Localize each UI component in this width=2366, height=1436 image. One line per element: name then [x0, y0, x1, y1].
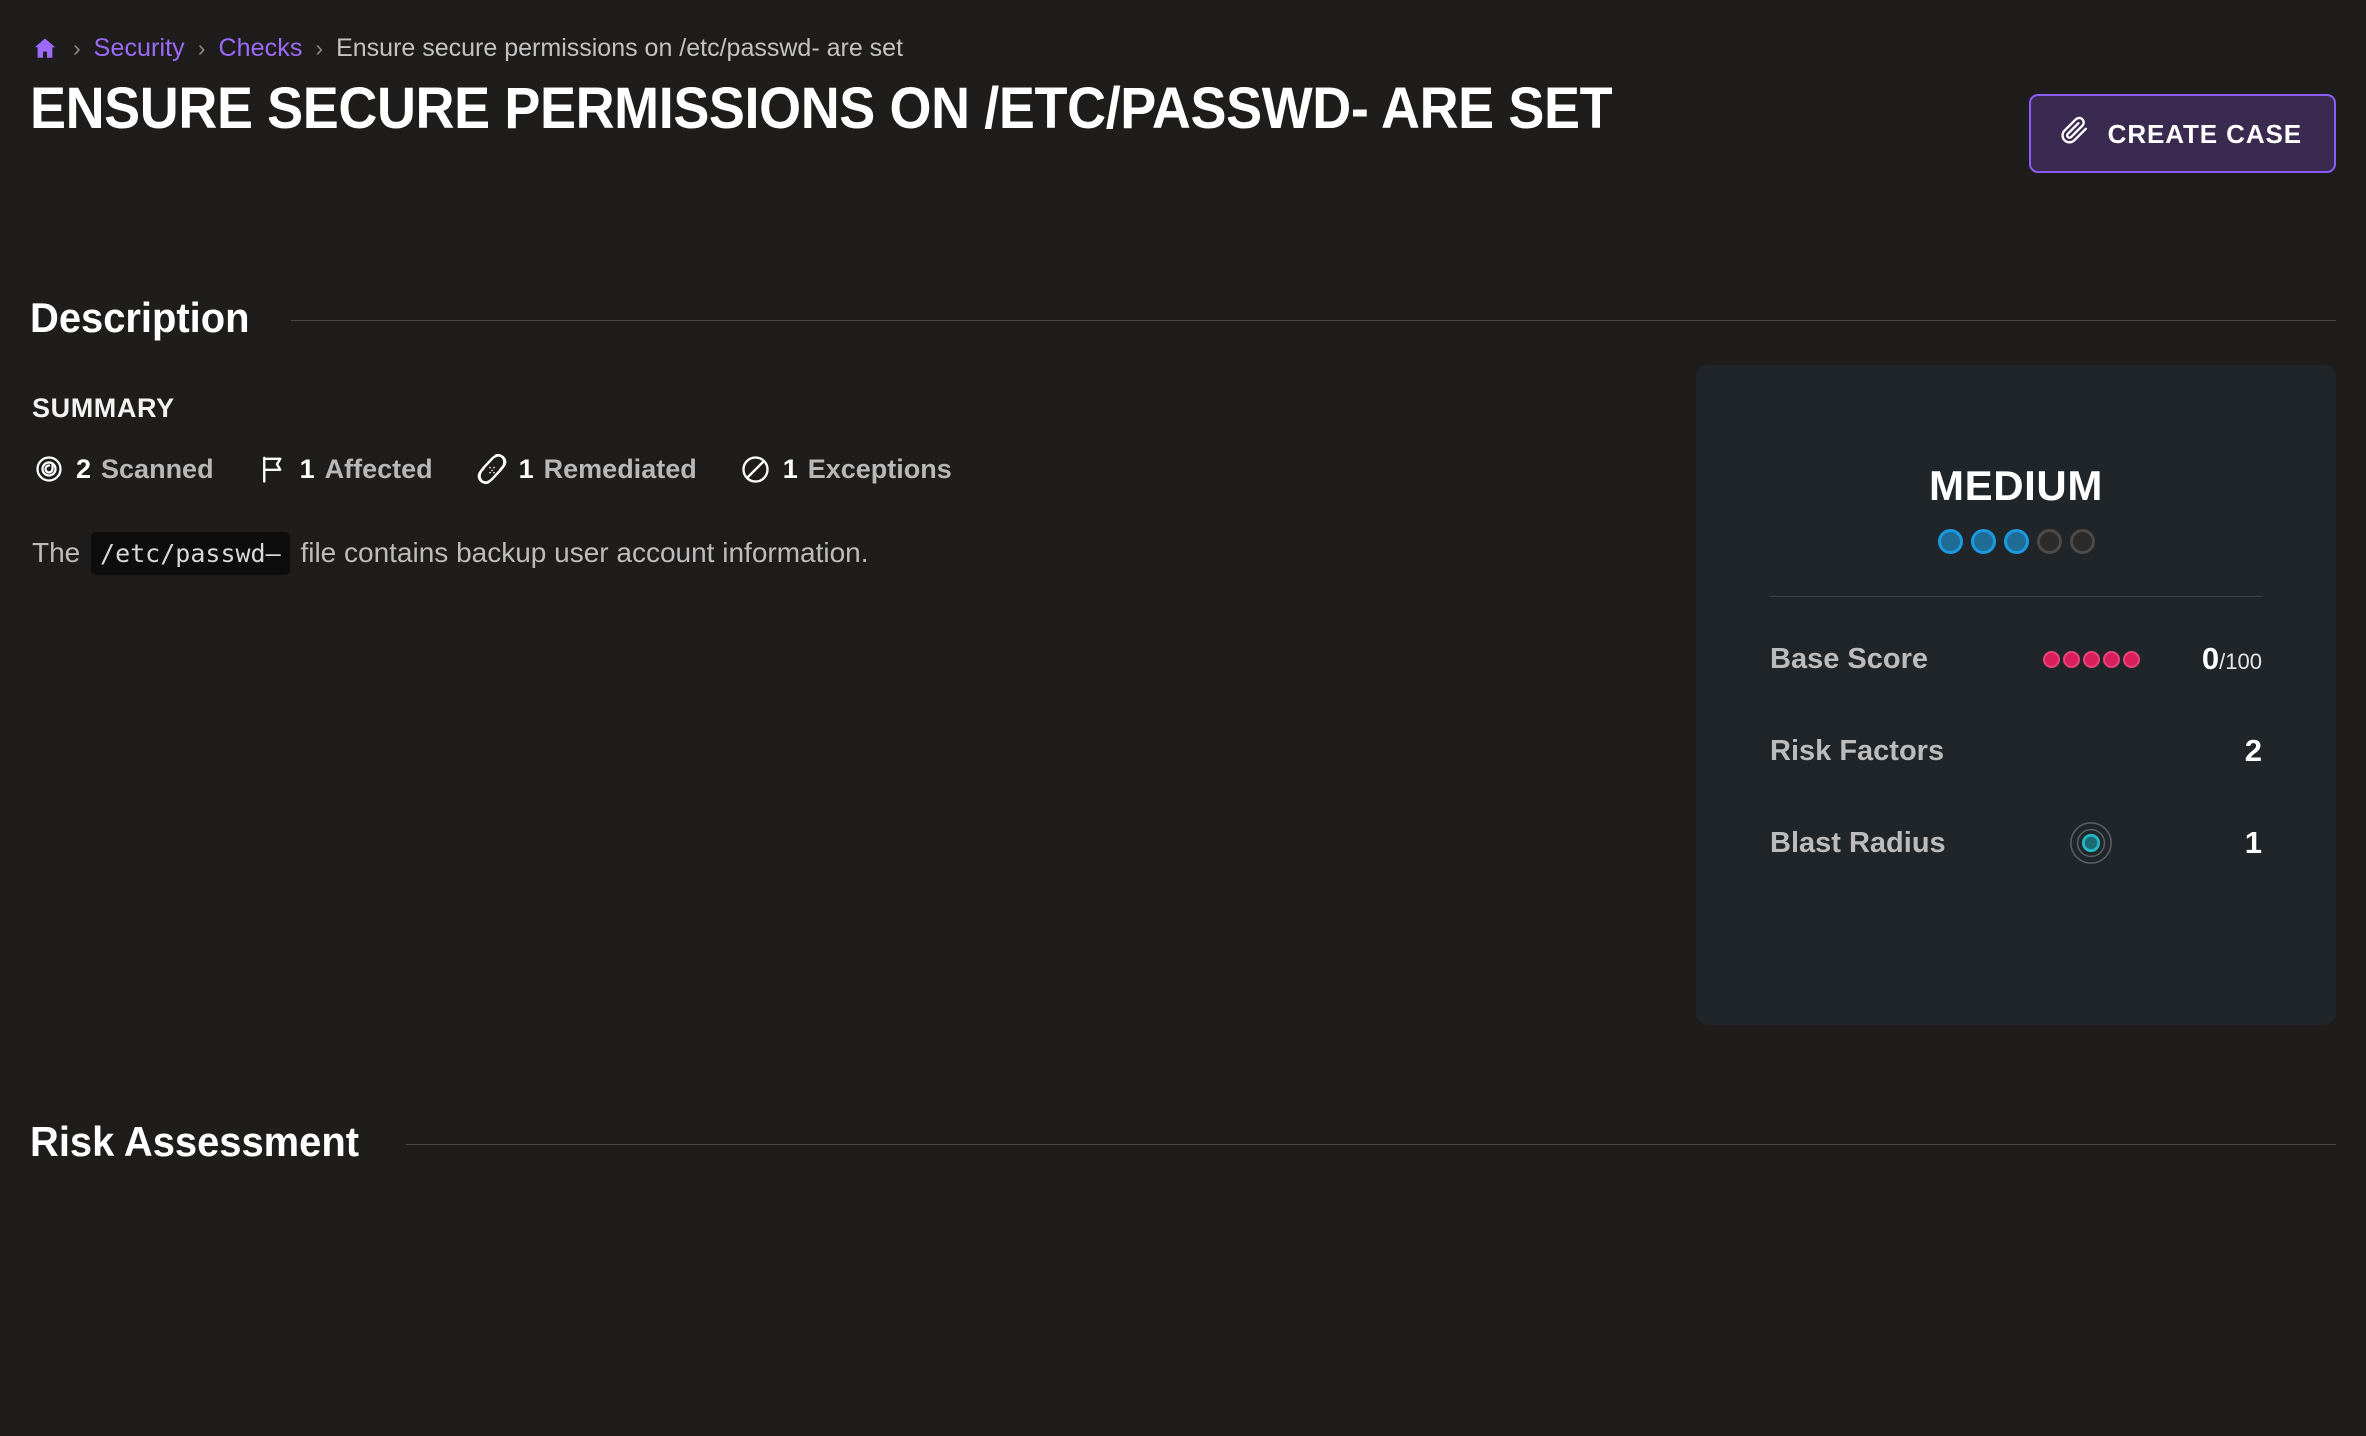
metric-label: Base Score	[1770, 642, 1928, 675]
breadcrumb-separator: ›	[315, 34, 324, 61]
breadcrumb-separator: ›	[197, 34, 206, 61]
check-detail-page: › Security › Checks › Ensure secure perm…	[0, 0, 2366, 1436]
stat-affected[interactable]: 1 Affected	[256, 452, 433, 486]
create-case-button[interactable]: CREATE CASE	[2028, 94, 2336, 173]
stat-label: Remediated	[543, 453, 697, 484]
stat-exceptions[interactable]: 1 Exceptions	[739, 452, 952, 486]
description-body: SUMMARY 2 Scanned 1 Affected 1 Remediate…	[30, 365, 2336, 1025]
base-score-dots	[2016, 650, 2166, 668]
metric-value: 2	[2244, 733, 2262, 768]
stat-count: 1	[782, 453, 798, 484]
stat-scanned[interactable]: 2 Scanned	[32, 452, 214, 486]
page-header: ENSURE SECURE PERMISSIONS ON /ETC/PASSWD…	[30, 80, 2336, 173]
metric-row-base-score: Base Score 0/100	[1770, 613, 2262, 705]
breadcrumb-separator: ›	[73, 34, 81, 61]
breadcrumb: › Security › Checks › Ensure secure perm…	[30, 0, 2336, 62]
metric-value-number: 0	[2201, 641, 2220, 676]
metric-label: Risk Factors	[1770, 734, 1945, 767]
score-dot	[2042, 650, 2060, 668]
score-dot	[2062, 650, 2080, 668]
stat-label: Exceptions	[807, 453, 952, 484]
metric-row-risk-factors: Risk Factors 2	[1770, 705, 2262, 797]
stat-label: Affected	[324, 453, 433, 484]
create-case-label: CREATE CASE	[2107, 118, 2302, 149]
description-suffix: file contains backup user account inform…	[300, 537, 869, 568]
file-path-code: /etc/passwd–	[91, 532, 290, 575]
breadcrumb-item-current: Ensure secure permissions on /etc/passwd…	[336, 33, 904, 62]
home-icon[interactable]	[30, 33, 60, 63]
severity-dot	[1970, 529, 1996, 554]
metric-value-denominator: /100	[2219, 649, 2262, 674]
stat-count: 1	[518, 453, 534, 484]
stat-count: 1	[299, 453, 315, 484]
stat-remediated[interactable]: 1 Remediated	[475, 452, 697, 486]
stat-count: 2	[76, 453, 92, 484]
bandage-icon	[475, 452, 509, 486]
severity-card: MEDIUM Base Score 0/100 Risk Factors 2 B…	[1696, 365, 2336, 1025]
summary-stats: 2 Scanned 1 Affected 1 Remediated 1 Exce…	[32, 452, 1636, 486]
section-divider	[291, 319, 2336, 321]
severity-dot	[2069, 529, 2095, 554]
description-section-header: Description	[30, 297, 2336, 339]
description-left-column: SUMMARY 2 Scanned 1 Affected 1 Remediate…	[30, 393, 1636, 575]
risk-assessment-section-header: Risk Assessment	[30, 1121, 2336, 1163]
description-prefix: The	[32, 537, 81, 568]
description-heading: Description	[30, 294, 250, 341]
severity-metrics: Base Score 0/100 Risk Factors 2 Blast Ra…	[1770, 613, 2262, 889]
breadcrumb-item-security[interactable]: Security	[94, 34, 185, 63]
severity-dot	[1937, 529, 1963, 554]
ban-icon	[739, 452, 773, 486]
severity-level-dots	[1770, 529, 2262, 554]
metric-value: 1	[2244, 825, 2262, 860]
summary-label: SUMMARY	[32, 393, 175, 423]
blast-radius-icon	[2016, 820, 2166, 866]
section-divider	[406, 1143, 2336, 1145]
metric-value: 0/100	[2166, 641, 2262, 677]
metric-label: Blast Radius	[1770, 826, 1946, 859]
flag-icon	[256, 452, 290, 486]
score-dot	[2102, 650, 2120, 668]
risk-assessment-heading: Risk Assessment	[30, 1118, 359, 1165]
stat-label: Scanned	[101, 453, 214, 484]
metric-row-blast-radius: Blast Radius 1	[1770, 797, 2262, 889]
description-text: The /etc/passwd– file contains backup us…	[32, 532, 1636, 575]
card-divider	[1770, 596, 2262, 597]
page-title: ENSURE SECURE PERMISSIONS ON /ETC/PASSWD…	[30, 76, 1613, 141]
target-icon	[32, 452, 66, 486]
severity-dot	[2003, 529, 2029, 554]
severity-dot	[2036, 529, 2062, 554]
severity-level: MEDIUM	[1929, 462, 2103, 509]
score-dot	[2082, 650, 2100, 668]
breadcrumb-item-checks[interactable]: Checks	[218, 34, 302, 63]
paperclip-icon	[2059, 115, 2089, 152]
score-dot	[2122, 650, 2140, 668]
